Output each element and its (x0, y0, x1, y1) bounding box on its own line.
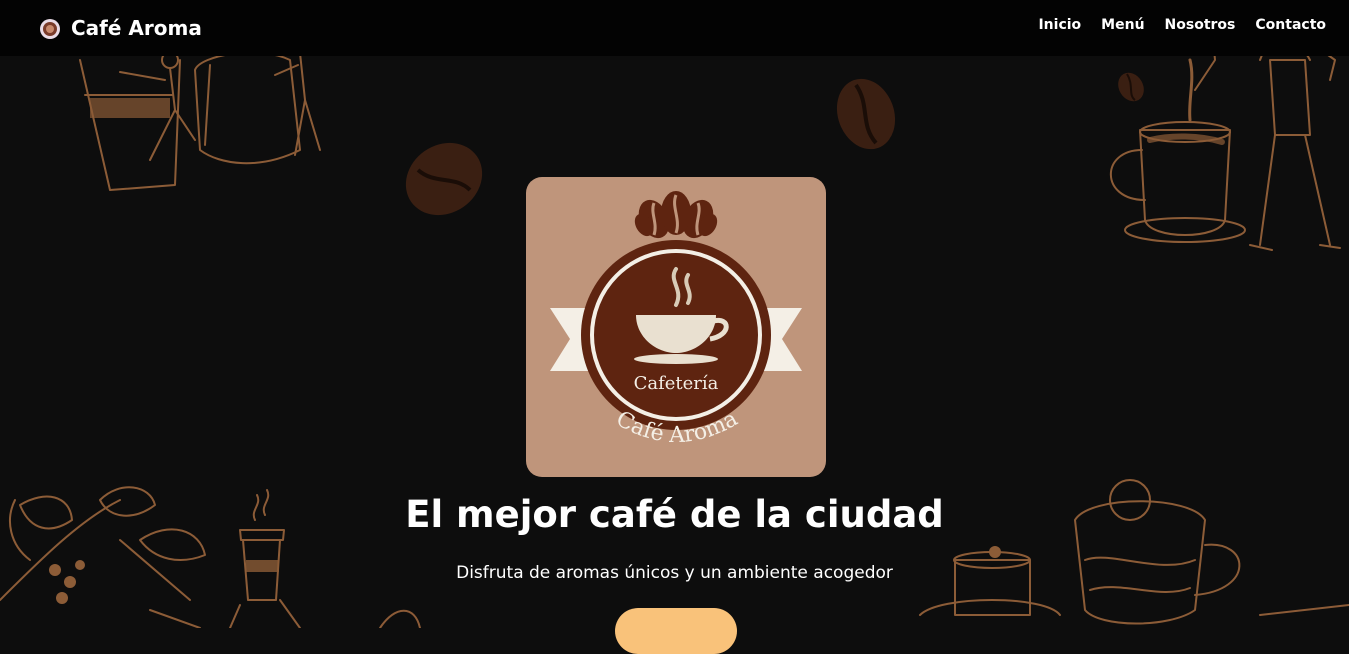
cafe-logo: Cafetería Café Aroma (526, 177, 826, 477)
nav-link-inicio[interactable]: Inicio (1038, 17, 1081, 33)
hero-cta-button[interactable] (615, 608, 737, 654)
nav-link-nosotros[interactable]: Nosotros (1165, 17, 1236, 33)
coffee-cup-icon (40, 19, 60, 39)
nav-links: Inicio Menú Nosotros Contacto (1018, 17, 1326, 33)
brand-name: Café Aroma (71, 16, 202, 40)
navbar: Café Aroma Inicio Menú Nosotros Contacto (0, 0, 1349, 56)
hero-subtitle: Disfruta de aromas únicos y un ambiente … (456, 563, 893, 583)
logo-text-cafeteria: Cafetería (634, 373, 719, 394)
hero-title: El mejor café de la ciudad (405, 493, 944, 536)
cafe-logo-emblem: Cafetería Café Aroma (550, 191, 802, 448)
brand-link[interactable]: Café Aroma (38, 13, 202, 43)
nav-link-contacto[interactable]: Contacto (1255, 17, 1326, 33)
nav-link-menu[interactable]: Menú (1101, 17, 1144, 33)
